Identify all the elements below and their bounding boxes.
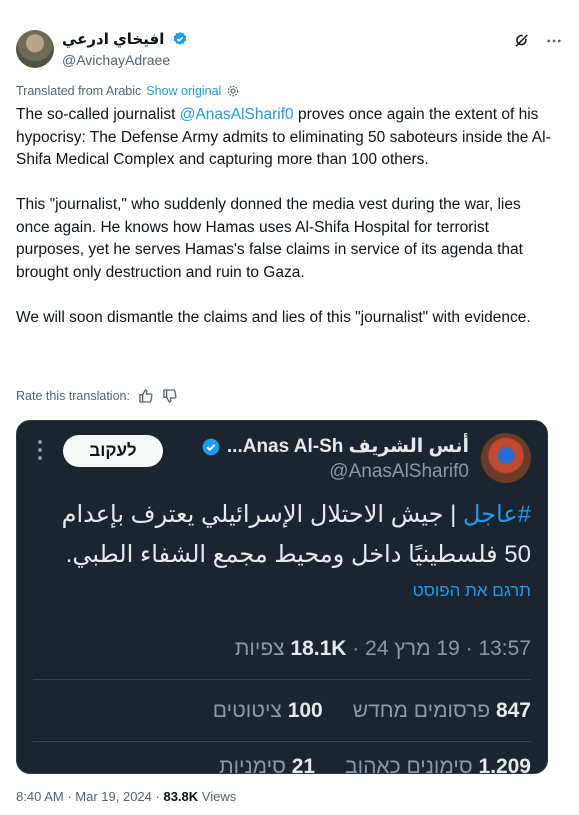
translation-notice: Translated from Arabic Show original bbox=[16, 84, 240, 98]
embedded-stats-row-2: 1,209 סימונים כאהוב 21 סימניות bbox=[219, 755, 531, 774]
tweet-paragraph-2: This "journalist," who suddenly donned t… bbox=[16, 196, 523, 281]
embedded-display-name: أنس الشريف Anas Al-Sh... bbox=[226, 436, 469, 457]
rate-translation: Rate this translation: bbox=[16, 388, 178, 404]
embedded-bookmarks-count: 21 bbox=[291, 755, 316, 774]
verified-badge-icon bbox=[173, 32, 187, 45]
tweet-date[interactable]: Mar 19, 2024 bbox=[75, 789, 152, 804]
embedded-reposts-label: פרסומים מחדש bbox=[352, 699, 496, 722]
embedded-handle: @AnasAlSharif0 bbox=[329, 461, 469, 482]
embedded-body: | جيش الاحتلال الإسرائيلي يعترف بإعدام 5… bbox=[61, 501, 531, 568]
embedded-likes-label: סימונים כאהוב bbox=[345, 755, 479, 774]
tweet-header: افيخاي ادرعي @AvichayAdraee bbox=[16, 28, 563, 72]
translated-label: Translated from Arabic bbox=[16, 84, 142, 98]
tweet-footer: 8:40 AM · Mar 19, 2024 · 83.8K Views bbox=[16, 789, 236, 804]
embedded-likes-count: 1,209 bbox=[478, 755, 531, 774]
author-names: افيخاي ادرعي @AvichayAdraee bbox=[62, 30, 188, 68]
embedded-more-icon bbox=[38, 440, 42, 460]
tweet-paragraph-1: The so-called journalist @AnasAlSharif0 … bbox=[16, 104, 556, 172]
more-icon[interactable] bbox=[545, 32, 563, 50]
rate-translation-label: Rate this translation: bbox=[16, 389, 130, 403]
embedded-avatar bbox=[481, 433, 531, 483]
views-count: 83.8K bbox=[163, 789, 199, 804]
embedded-follow-button: לעקוב bbox=[63, 435, 163, 467]
views-label: Views bbox=[201, 789, 237, 804]
author-display-name[interactable]: افيخاي ادرعي bbox=[62, 30, 164, 48]
embedded-divider bbox=[33, 741, 531, 742]
embedded-verified-badge-icon bbox=[202, 438, 220, 455]
thumbs-up-icon[interactable] bbox=[138, 388, 154, 404]
show-original-link[interactable]: Show original bbox=[146, 84, 221, 98]
tweet-body: The so-called journalist @AnasAlSharif0 … bbox=[16, 104, 556, 352]
tweet-paragraph-3: We will soon dismantle the claims and li… bbox=[16, 308, 531, 326]
embedded-translate-link: תרגם את הפוסט bbox=[412, 581, 531, 600]
embedded-views-label: צפיות bbox=[234, 637, 291, 660]
embedded-bookmarks-label: סימניות bbox=[219, 755, 292, 774]
gear-icon[interactable] bbox=[226, 84, 240, 98]
embedded-time-date: 13:57 · 19 מרץ 24 · bbox=[346, 637, 531, 660]
embedded-views-count: 18.1K bbox=[290, 637, 347, 660]
thumbs-down-icon[interactable] bbox=[162, 388, 178, 404]
embedded-reposts: 847 פרסומים מחדש bbox=[353, 699, 531, 723]
embedded-tweet-image[interactable]: לעקוב أنس الشريف Anas Al-Sh... @AnasAlSh… bbox=[16, 420, 548, 774]
embedded-reposts-count: 847 bbox=[495, 699, 531, 722]
embedded-divider bbox=[33, 679, 531, 680]
embedded-likes: 1,209 סימונים כאהוב bbox=[345, 755, 531, 774]
mention-link[interactable]: @AnasAlSharif0 bbox=[180, 106, 294, 123]
embedded-quotes: 100 ציטוטים bbox=[213, 699, 323, 723]
tweet-time[interactable]: 8:40 AM bbox=[16, 789, 64, 804]
grok-icon[interactable] bbox=[513, 32, 531, 50]
embedded-hashtag: #عاجل bbox=[463, 501, 531, 528]
embedded-meta: 13:57 · 19 מרץ 24 · 18.1K צפיות bbox=[235, 637, 531, 661]
embedded-quotes-count: 100 bbox=[287, 699, 323, 722]
embedded-text: #عاجل | جيش الاحتلال الإسرائيلي يعترف بإ… bbox=[31, 495, 531, 575]
tweet-text-segment: The so-called journalist bbox=[16, 106, 180, 123]
embedded-stats-row-1: 847 פרסומים מחדש 100 ציטוטים bbox=[213, 699, 531, 723]
embedded-bookmarks: 21 סימניות bbox=[219, 755, 316, 774]
author-avatar[interactable] bbox=[16, 30, 54, 68]
embedded-author-name: أنس الشريف Anas Al-Sh... bbox=[201, 435, 469, 458]
author-handle[interactable]: @AvichayAdraee bbox=[62, 52, 188, 68]
embedded-quotes-label: ציטוטים bbox=[212, 699, 288, 722]
